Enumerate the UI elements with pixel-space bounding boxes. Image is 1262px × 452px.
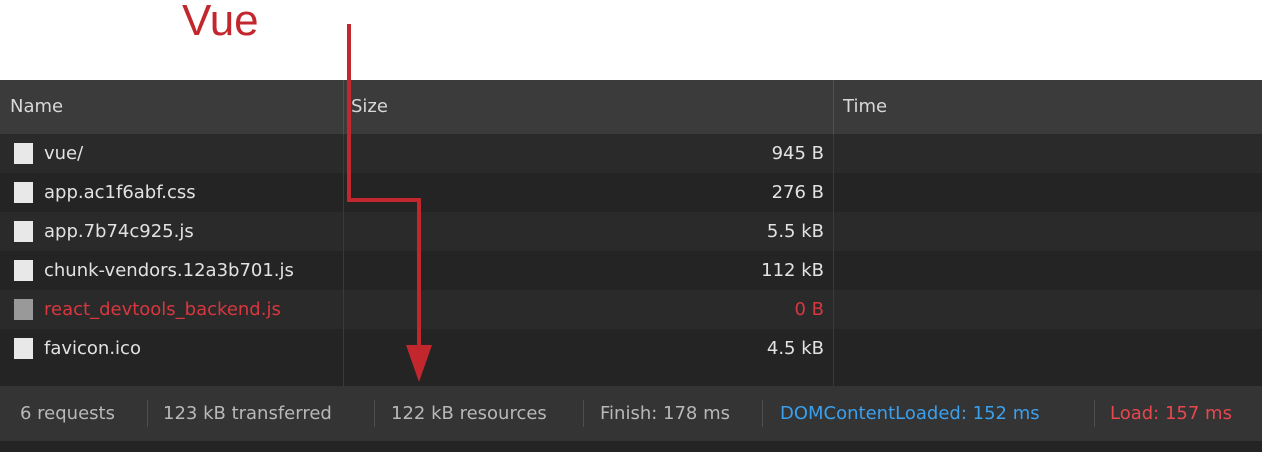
status-requests: 6 requests (20, 403, 115, 424)
annotation-label: Vue (182, 0, 259, 45)
file-size: 276 B (771, 182, 824, 203)
column-line (343, 134, 344, 386)
table-row[interactable]: favicon.ico 4.5 kB (0, 329, 1262, 368)
column-header-size[interactable]: Size (351, 80, 388, 134)
file-icon (14, 299, 33, 320)
status-bar: 6 requests 123 kB transferred 122 kB res… (0, 386, 1262, 441)
file-icon (14, 182, 33, 203)
file-size: 945 B (771, 143, 824, 164)
file-name: favicon.ico (44, 338, 141, 359)
table-row[interactable]: chunk-vendors.12a3b701.js 112 kB (0, 251, 1262, 290)
table-row[interactable]: app.ac1f6abf.css 276 B (0, 173, 1262, 212)
status-divider (1094, 400, 1095, 427)
column-header-time[interactable]: Time (843, 80, 887, 134)
status-divider (583, 400, 584, 427)
file-name: react_devtools_backend.js (44, 299, 281, 320)
table-row[interactable]: vue/945 B (0, 134, 1262, 173)
network-panel: Name Size Time vue/945 Bapp.ac1f6abf.css… (0, 80, 1262, 452)
file-size: 112 kB (761, 260, 824, 281)
file-icon (14, 221, 33, 242)
column-line (833, 134, 834, 386)
file-icon (14, 338, 33, 359)
column-divider[interactable] (833, 80, 834, 134)
status-transferred: 123 kB transferred (163, 403, 332, 424)
status-divider (147, 400, 148, 427)
file-size: 0 B (794, 299, 824, 320)
table-row[interactable]: react_devtools_backend.js 0 B (0, 290, 1262, 329)
column-header-name[interactable]: Name (10, 80, 63, 134)
status-dom-content-loaded: DOMContentLoaded: 152 ms (780, 403, 1040, 424)
file-name: app.ac1f6abf.css (44, 182, 196, 203)
file-size: 5.5 kB (766, 221, 824, 242)
file-name: vue/ (44, 143, 84, 164)
status-divider (374, 400, 375, 427)
column-divider[interactable] (343, 80, 344, 134)
table-row[interactable]: app.7b74c925.js 5.5 kB (0, 212, 1262, 251)
file-name: chunk-vendors.12a3b701.js (44, 260, 294, 281)
status-load: Load: 157 ms (1110, 403, 1232, 424)
status-finish: Finish: 178 ms (600, 403, 731, 424)
file-icon (14, 143, 33, 164)
status-resources: 122 kB resources (391, 403, 547, 424)
status-divider (762, 400, 763, 427)
table-header: Name Size Time (0, 80, 1262, 135)
file-name: app.7b74c925.js (44, 221, 194, 242)
file-size: 4.5 kB (766, 338, 824, 359)
file-icon (14, 260, 33, 281)
